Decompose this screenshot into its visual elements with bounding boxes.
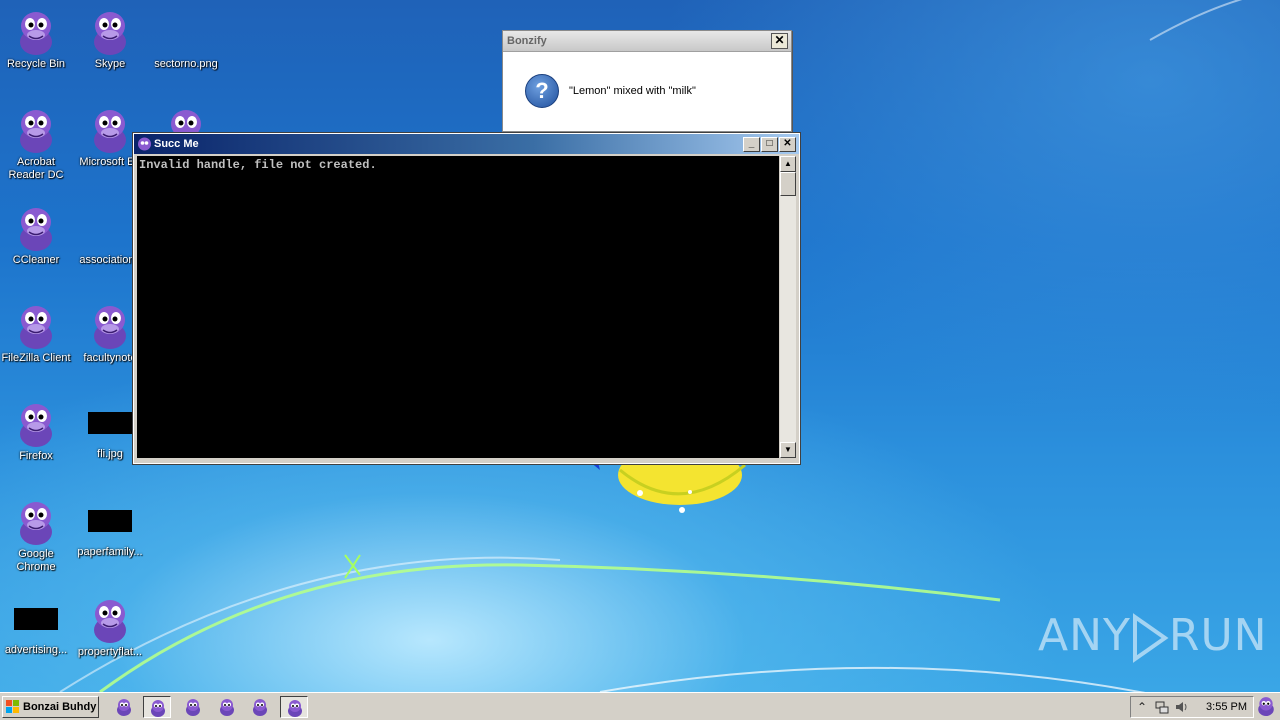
bonzi-app-icon xyxy=(138,137,151,151)
desktop-icon-label: Skype xyxy=(94,58,126,70)
close-button[interactable]: ✕ xyxy=(779,137,796,152)
desktop-icon-filezilla[interactable]: FileZilla Client xyxy=(0,302,72,365)
watermark-right: RUN xyxy=(1168,610,1268,661)
scroll-thumb[interactable] xyxy=(780,172,796,196)
desktop-icon-sectorno[interactable]: sectorno.png xyxy=(150,8,222,71)
bonzi-icon xyxy=(151,700,165,717)
desktop-icon-label: Google Chrome xyxy=(16,548,56,573)
taskbar-bonzi-6[interactable] xyxy=(280,696,308,718)
taskbar-bonzi-3[interactable] xyxy=(179,696,207,718)
console-output[interactable]: Invalid handle, file not created. xyxy=(137,156,779,458)
taskbar-bonzi-1[interactable] xyxy=(110,696,138,718)
console-title: Succ Me xyxy=(154,138,199,150)
play-logo-icon xyxy=(1132,613,1169,663)
dialog-titlebar[interactable]: Bonzify ✕ xyxy=(503,31,791,52)
start-label: Bonzai Buhdy xyxy=(23,701,97,713)
blank-thumbnail xyxy=(164,8,208,56)
bonzi-icon xyxy=(20,12,52,55)
dialog-title: Bonzify xyxy=(507,35,547,47)
bonzi-icon xyxy=(94,110,126,153)
chevron-up-icon[interactable]: ⌃ xyxy=(1135,700,1149,714)
desktop-icon-propertyflat[interactable]: propertyflat... xyxy=(74,596,146,659)
dialog-close-button[interactable]: ✕ xyxy=(771,33,788,49)
desktop: Recycle Bin Skype sectorno.png Acrobat R… xyxy=(0,0,1280,692)
question-icon: ? xyxy=(525,74,559,108)
console-window: Succ Me _ □ ✕ Invalid handle, file not c… xyxy=(132,132,801,465)
desktop-icon-label: advertising... xyxy=(4,644,68,656)
anyrun-watermark: ANY RUN xyxy=(1038,610,1268,663)
network-icon[interactable] xyxy=(1155,700,1169,714)
bonzi-icon xyxy=(20,502,52,545)
image-thumbnail xyxy=(88,412,132,434)
blank-thumbnail xyxy=(88,204,132,252)
desktop-icon-skype[interactable]: Skype xyxy=(74,8,146,71)
desktop-icon-label: Firefox xyxy=(19,450,53,462)
desktop-icon-label: Recycle Bin xyxy=(6,58,66,70)
taskbar: Bonzai Buhdy ⌃ 3:55 PM xyxy=(0,692,1280,720)
desktop-icon-ccleaner[interactable]: CCleaner xyxy=(0,204,72,267)
maximize-button[interactable]: □ xyxy=(761,137,778,152)
desktop-icon-label: CCleaner xyxy=(12,254,60,266)
console-scrollbar[interactable]: ▲ ▼ xyxy=(780,156,796,458)
desktop-icon-label: paperfamily... xyxy=(77,546,143,558)
bonzi-icon xyxy=(20,208,52,251)
desktop-icon-advertising[interactable]: advertising... xyxy=(0,596,72,657)
bonzi-icon xyxy=(288,700,302,717)
scroll-up-arrow-icon[interactable]: ▲ xyxy=(780,156,796,172)
bonzi-icon xyxy=(94,600,126,643)
desktop-icon-google-chrome[interactable]: Google Chrome xyxy=(0,498,72,574)
bonzi-icon xyxy=(94,306,126,349)
bonzi-icon xyxy=(20,110,52,153)
system-tray: ⌃ 3:55 PM xyxy=(1130,696,1254,718)
desktop-icon-recycle-bin[interactable]: Recycle Bin xyxy=(0,8,72,71)
windows-flag-icon xyxy=(6,700,19,713)
desktop-icon-label: sectorno.png xyxy=(154,58,218,70)
desktop-icon-paperfamily[interactable]: paperfamily... xyxy=(74,498,146,559)
desktop-icon-acrobat[interactable]: Acrobat Reader DC xyxy=(0,106,72,182)
bonzi-icon xyxy=(117,699,131,716)
scroll-down-arrow-icon[interactable]: ▼ xyxy=(780,442,796,458)
bonzi-icon xyxy=(94,12,126,55)
volume-icon[interactable] xyxy=(1175,700,1189,714)
watermark-left: ANY xyxy=(1038,610,1131,661)
bonzi-icon xyxy=(253,699,267,716)
image-thumbnail xyxy=(14,608,58,630)
clock[interactable]: 3:55 PM xyxy=(1206,697,1247,717)
desktop-icon-label: FileZilla Client xyxy=(1,352,71,364)
taskbar-bonzi-2[interactable] xyxy=(143,696,171,718)
bonzi-icon xyxy=(186,699,200,716)
start-button[interactable]: Bonzai Buhdy xyxy=(2,696,99,718)
desktop-icon-firefox[interactable]: Firefox xyxy=(0,400,72,463)
minimize-button[interactable]: _ xyxy=(743,137,760,152)
bonzify-dialog: Bonzify ✕ ? "Lemon" mixed with "milk" xyxy=(502,30,792,132)
taskbar-bonzi-5[interactable] xyxy=(246,696,274,718)
dialog-message: "Lemon" mixed with "milk" xyxy=(569,85,696,97)
image-thumbnail xyxy=(88,510,132,532)
console-titlebar[interactable]: Succ Me _ □ ✕ xyxy=(134,134,799,154)
bonzi-icon xyxy=(20,404,52,447)
bonzi-tray-icon[interactable] xyxy=(1256,696,1276,716)
bonzi-icon xyxy=(20,306,52,349)
bonzi-icon xyxy=(220,699,234,716)
desktop-icon-label: Acrobat Reader DC xyxy=(8,156,64,181)
desktop-icon-label: propertyflat... xyxy=(77,646,143,658)
taskbar-bonzi-4[interactable] xyxy=(213,696,241,718)
